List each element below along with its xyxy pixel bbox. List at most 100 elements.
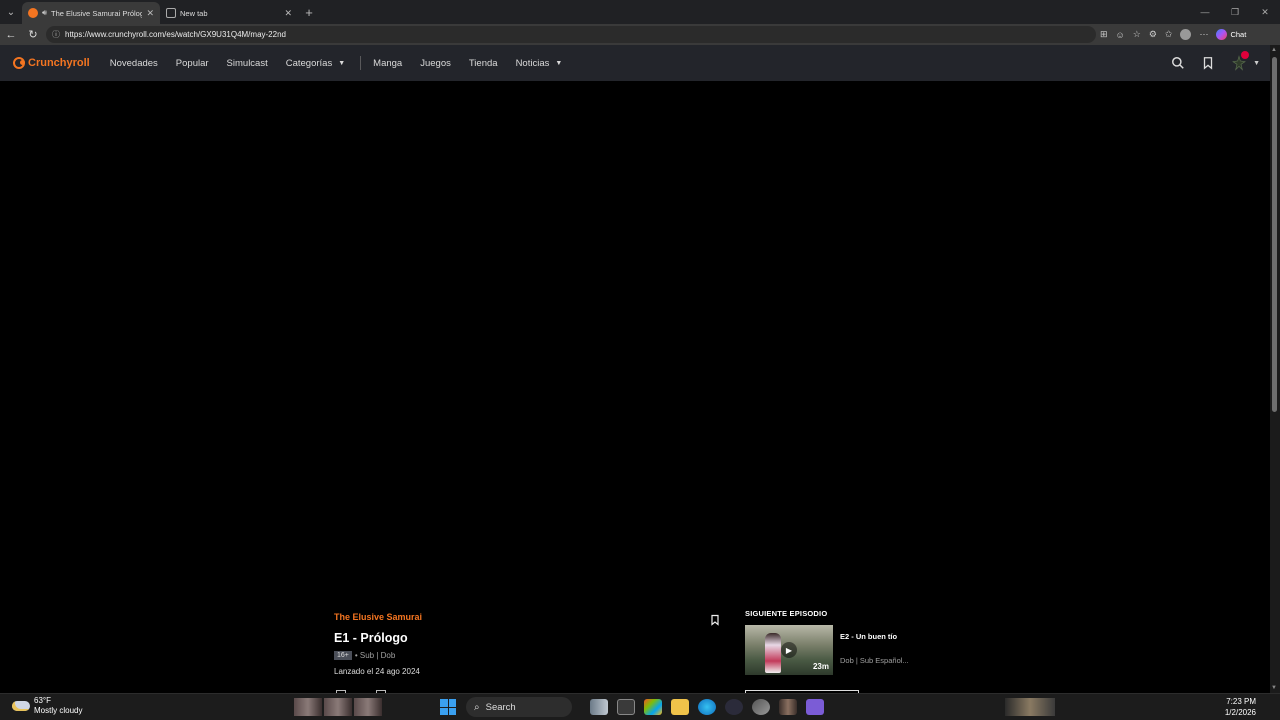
next-episode-thumbnail[interactable]: ▶ 23m [745, 625, 833, 675]
site-info-icon[interactable]: ⓘ [52, 29, 60, 40]
close-tab-icon[interactable]: ✕ [146, 8, 154, 19]
nav-novedades[interactable]: Novedades [110, 58, 158, 69]
scroll-down-icon[interactable]: ▼ [1271, 685, 1277, 691]
next-episode-card[interactable]: ▶ 23m E2 - Un buen tío Dob | Sub Español… [745, 625, 945, 675]
episode-info: The Elusive Samurai E1 - Prólogo 16+ • S… [334, 612, 734, 676]
crunchyroll-logo-icon [13, 57, 25, 69]
notification-dot [1241, 51, 1250, 59]
caret-down-icon: ▼ [338, 59, 346, 67]
temperature: 63°F [34, 696, 51, 705]
scrollbar-thumb[interactable] [1272, 57, 1277, 412]
taskbar-apps [590, 699, 824, 715]
nav-manga[interactable]: Manga [373, 58, 402, 69]
nav-simulcast[interactable]: Simulcast [227, 58, 268, 69]
speaker-icon[interactable]: 🔊︎ [42, 8, 47, 18]
tab-title: New tab [180, 8, 208, 18]
widget-image [324, 698, 352, 716]
series-title-link[interactable]: The Elusive Samurai [334, 612, 734, 622]
store-icon[interactable] [644, 699, 662, 715]
search-icon[interactable] [1171, 56, 1185, 70]
browser-profile-avatar[interactable] [1180, 29, 1192, 40]
page-scrollbar[interactable]: ▲ ▼ [1270, 45, 1280, 693]
profile-menu[interactable]: ▼ [1231, 51, 1260, 71]
clock-time: 7:23 PM [1226, 697, 1256, 706]
next-episode-panel: SIGUIENTE EPISODIO ▶ 23m E2 - Un buen tí… [745, 609, 945, 693]
next-episode-text: E2 - Un buen tío Dob | Sub Español... [840, 625, 909, 675]
task-view-icon[interactable] [617, 699, 635, 715]
system-clock[interactable]: 7:23 PM 1/2/2026 [1225, 696, 1256, 718]
crunchyroll-logo[interactable]: Crunchyroll [13, 57, 90, 69]
windows-start-icon[interactable] [440, 699, 456, 715]
video-player[interactable] [3, 81, 1270, 601]
more-icon[interactable]: ⋯ [1199, 29, 1208, 40]
duration-badge: 23m [812, 662, 829, 671]
episode-title: E1 - Prólogo [334, 631, 408, 645]
url-text: https://www.crunchyroll.com/es/watch/GX9… [65, 30, 286, 39]
cloudy-weather-icon [12, 701, 30, 711]
extensions-icon[interactable]: ⚙ [1149, 29, 1157, 40]
tab-title: The Elusive Samurai Prólogo [51, 8, 143, 18]
site-header: Crunchyroll Novedades Popular Simulcast … [0, 45, 1270, 81]
edge-icon[interactable] [698, 699, 716, 715]
tracking-icon[interactable]: ☺ [1116, 30, 1125, 40]
play-icon[interactable]: ▶ [781, 642, 797, 658]
episode-meta: 16+ • Sub | Dob [334, 651, 734, 660]
file-explorer-icon[interactable] [671, 699, 689, 715]
widget-image [294, 698, 322, 716]
refresh-icon[interactable]: ↻ [22, 28, 44, 41]
nav-noticias-label: Noticias [515, 57, 550, 69]
new-tab-button[interactable]: + [298, 5, 320, 20]
nav-noticias[interactable]: Noticias ▼ [516, 58, 563, 69]
app-icon[interactable] [806, 699, 824, 715]
header-actions: ▼ [1171, 45, 1260, 81]
nav-tienda[interactable]: Tienda [469, 58, 498, 69]
next-episode-meta: Dob | Sub Español... [840, 656, 909, 665]
close-tab-icon[interactable]: ✕ [284, 8, 292, 19]
nav-categorias[interactable]: Categorías ▼ [286, 58, 345, 69]
browser-tab-strip: ⌄ 🔊︎ The Elusive Samurai Prólogo ✕ New t… [0, 0, 1280, 24]
widgets-app-icon[interactable] [590, 699, 608, 715]
taskbar-art [1005, 698, 1055, 716]
taskbar-search-label: Search [485, 701, 516, 713]
nav-popular[interactable]: Popular [176, 58, 209, 69]
logo-text: Crunchyroll [28, 57, 90, 69]
nav-juegos[interactable]: Juegos [420, 58, 451, 69]
episode-bookmark-icon[interactable] [709, 613, 721, 627]
avatar [1231, 51, 1250, 71]
app-icon[interactable] [752, 699, 770, 715]
restore-icon[interactable]: ❐ [1220, 7, 1250, 18]
copilot-icon [1216, 29, 1228, 40]
copilot-chat-button[interactable]: Chat [1216, 29, 1246, 40]
favorites-icon[interactable]: ✩ [1165, 29, 1173, 40]
weather-widget[interactable]: 63°F Mostly cloudy [12, 696, 82, 716]
tab-new-tab[interactable]: New tab ✕ [160, 2, 298, 24]
nav-divider [360, 56, 362, 70]
weather-text: 63°F Mostly cloudy [34, 696, 82, 716]
caret-down-icon: ▼ [1253, 59, 1260, 67]
weather-condition: Mostly cloudy [34, 706, 83, 715]
minimize-icon[interactable]: — [1190, 7, 1220, 17]
url-field[interactable]: ⓘ https://www.crunchyroll.com/es/watch/G… [46, 26, 1096, 43]
app-available-icon[interactable]: ⊞ [1100, 29, 1108, 40]
app-icon[interactable] [779, 699, 797, 715]
scroll-up-icon[interactable]: ▲ [1271, 47, 1277, 53]
tab-actions-icon[interactable]: ⌄ [0, 0, 22, 24]
taskbar-search[interactable]: ⌕ Search [466, 697, 572, 717]
taskbar-widgets-art [294, 698, 382, 716]
close-window-icon[interactable]: ✕ [1250, 7, 1280, 18]
page-icon [166, 8, 176, 18]
watchlist-bookmark-icon[interactable] [1201, 56, 1215, 70]
browser-toolbar: ⊞ ☺ ☆ ⚙ ✩ ⋯ Chat [1100, 24, 1246, 45]
clock-date: 1/2/2026 [1224, 708, 1256, 717]
taskbar-center: ⌕ Search [440, 697, 824, 717]
crunchyroll-favicon-icon [28, 8, 38, 18]
favorite-star-icon[interactable]: ☆ [1133, 29, 1141, 40]
next-episode-title[interactable]: E2 - Un buen tío [840, 632, 909, 641]
chat-label: Chat [1230, 30, 1247, 39]
audio-options: • Sub | Dob [354, 651, 396, 660]
tab-crunchyroll[interactable]: 🔊︎ The Elusive Samurai Prólogo ✕ [22, 2, 160, 24]
release-date: Lanzado el 24 ago 2024 [334, 667, 420, 676]
app-icon[interactable] [725, 699, 743, 715]
next-episode-heading: SIGUIENTE EPISODIO [745, 609, 828, 618]
back-icon[interactable]: ← [0, 29, 22, 41]
